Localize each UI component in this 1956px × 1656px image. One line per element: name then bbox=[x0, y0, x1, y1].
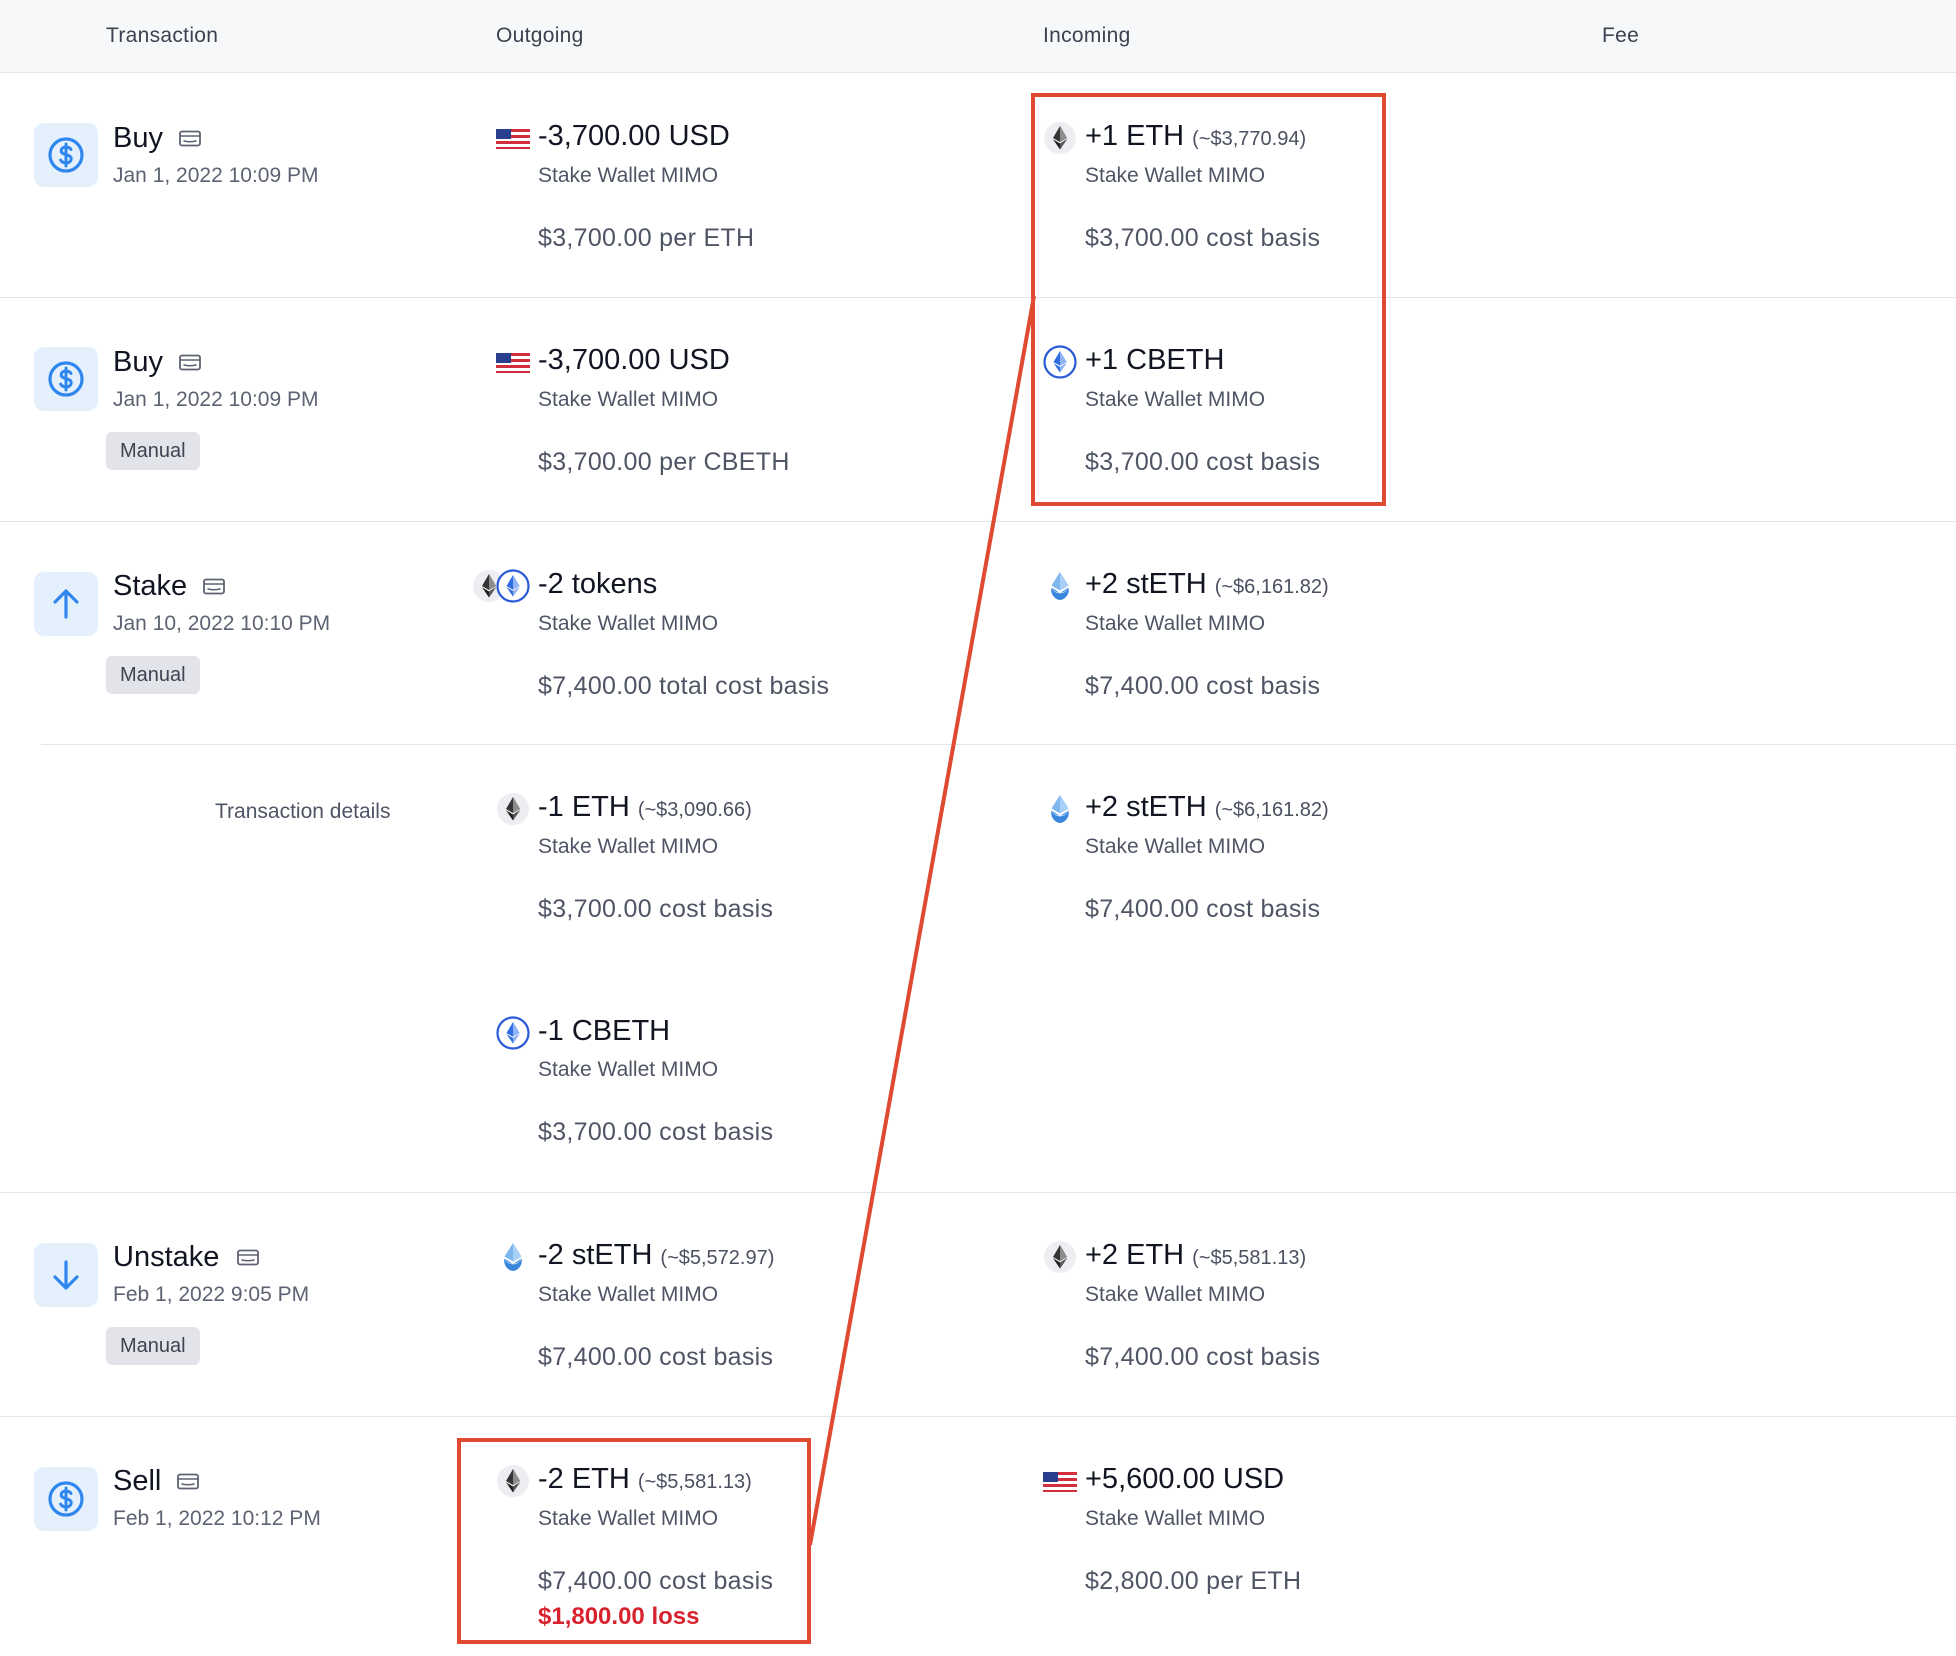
annotation-connector-line bbox=[808, 295, 1036, 1546]
